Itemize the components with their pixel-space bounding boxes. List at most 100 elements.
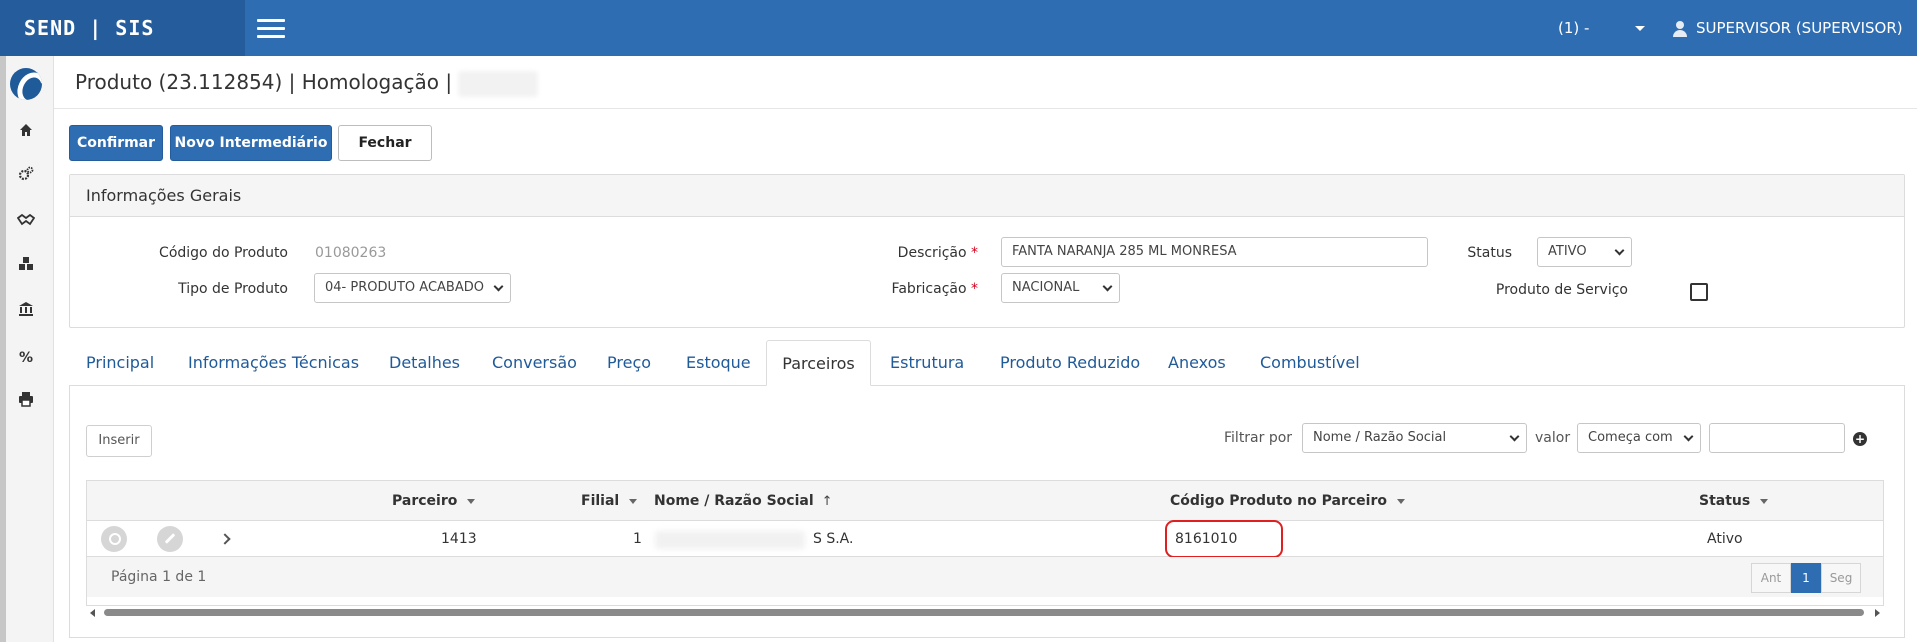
chevron-down-icon <box>493 281 504 292</box>
cell-partner: 1413 <box>441 531 477 547</box>
new-intermediary-button[interactable]: Novo Intermediário <box>170 125 332 161</box>
required-marker: * <box>971 281 978 297</box>
tab-fuel[interactable]: Combustível <box>1260 340 1360 386</box>
user-caret-icon <box>1682 82 1692 87</box>
bank-icon[interactable] <box>14 301 38 325</box>
tab-partners[interactable]: Parceiros <box>766 340 871 386</box>
filter-operator-select[interactable]: Começa com <box>1577 423 1701 453</box>
product-code-value: 01080263 <box>315 245 387 261</box>
pagination-summary: Página 1 de 1 <box>111 569 207 585</box>
page-1-button[interactable]: 1 <box>1791 563 1821 593</box>
sort-down-icon <box>1760 498 1769 504</box>
tab-structure[interactable]: Estrutura <box>890 340 964 386</box>
menu-toggle-icon[interactable] <box>257 19 285 39</box>
tab-details[interactable]: Detalhes <box>389 340 460 386</box>
status-value: ATIVO <box>1548 244 1587 259</box>
table-header: Parceiro Filial Nome / Razão Social ↑ Cód… <box>87 481 1883 521</box>
environment-caret-icon[interactable] <box>1635 26 1645 31</box>
cell-status: Ativo <box>1707 531 1743 547</box>
status-label: Status <box>1467 245 1512 261</box>
column-name[interactable]: Nome / Razão Social ↑ <box>654 481 833 521</box>
user-menu[interactable]: SUPERVISOR (SUPERVISOR) <box>1672 0 1917 112</box>
chevron-down-icon <box>1683 431 1694 442</box>
description-label-text: Descrição <box>897 245 967 261</box>
handshake-icon[interactable] <box>14 211 38 235</box>
page-title-text: Produto (23.112854) | Homologação | <box>75 70 453 94</box>
column-branch-label: Filial <box>581 493 620 509</box>
column-partner-code-label: Código Produto no Parceiro <box>1170 493 1387 509</box>
product-code-label: Código do Produto <box>159 245 288 261</box>
insert-button[interactable]: Inserir <box>86 425 152 457</box>
user-name: SUPERVISOR (SUPERVISOR) <box>1696 19 1903 37</box>
percent-icon[interactable]: % <box>14 346 38 370</box>
tab-attachments[interactable]: Anexos <box>1168 340 1226 386</box>
cell-branch: 1 <box>633 531 642 547</box>
tab-principal[interactable]: Principal <box>86 340 154 386</box>
manufacturing-label: Fabricação * <box>860 281 978 297</box>
cubes-icon[interactable] <box>14 256 38 280</box>
environment-selector[interactable]: (1) - <box>1558 0 1589 56</box>
manufacturing-label-text: Fabricação <box>891 281 967 297</box>
tab-stock[interactable]: Estoque <box>686 340 751 386</box>
brand-logo: SEND | SIS <box>0 0 245 56</box>
view-icon[interactable] <box>101 526 127 552</box>
product-type-select[interactable]: 04- PRODUTO ACABADO <box>314 273 511 303</box>
header-divider <box>54 108 1917 109</box>
column-status-label: Status <box>1699 493 1751 509</box>
filter-field-select[interactable]: Nome / Razão Social <box>1302 423 1527 453</box>
tab-reduced-product[interactable]: Produto Reduzido <box>1000 340 1140 386</box>
sort-down-icon <box>467 498 476 504</box>
value-label: valor <box>1535 430 1571 446</box>
manufacturing-value: NACIONAL <box>1012 280 1080 295</box>
scroll-left-icon[interactable] <box>90 609 95 617</box>
redacted-name <box>655 531 805 549</box>
app-logo-icon <box>10 68 42 100</box>
prev-page-button[interactable]: Ant <box>1751 563 1791 593</box>
manufacturing-select[interactable]: NACIONAL <box>1001 273 1120 303</box>
general-info-heading: Informações Gerais <box>70 175 1904 217</box>
product-type-label: Tipo de Produto <box>178 281 288 297</box>
cogs-icon[interactable] <box>14 166 38 190</box>
close-button[interactable]: Fechar <box>338 125 432 161</box>
sidebar: % <box>0 56 54 642</box>
chevron-down-icon <box>1509 431 1520 442</box>
chevron-down-icon <box>1102 281 1113 292</box>
column-partner[interactable]: Parceiro <box>392 481 476 521</box>
column-partner-code[interactable]: Código Produto no Parceiro <box>1170 481 1405 521</box>
horizontal-scrollbar[interactable] <box>86 606 1884 618</box>
column-branch[interactable]: Filial <box>581 481 638 521</box>
print-icon[interactable] <box>14 391 38 415</box>
required-marker: * <box>971 245 978 261</box>
tab-conversion[interactable]: Conversão <box>492 340 577 386</box>
partners-table: Parceiro Filial Nome / Razão Social ↑ Cód… <box>86 480 1884 606</box>
service-product-checkbox[interactable] <box>1690 283 1708 301</box>
filter-value-input[interactable] <box>1709 423 1845 453</box>
home-icon[interactable] <box>14 121 38 145</box>
add-filter-icon[interactable]: + <box>1853 432 1867 446</box>
top-bar: SEND | SIS (1) - SUPERVISOR (SUPERVISOR) <box>0 0 1917 87</box>
highlight-annotation <box>1165 520 1283 558</box>
description-input[interactable]: FANTA NARANJA 285 ML MONRESA <box>1001 237 1428 267</box>
expand-row-icon[interactable] <box>219 533 231 545</box>
column-status[interactable]: Status <box>1699 481 1769 521</box>
confirm-button[interactable]: Confirmar <box>69 125 163 161</box>
filter-by-label: Filtrar por <box>1224 430 1293 446</box>
tab-technical-info[interactable]: Informações Técnicas <box>188 340 359 386</box>
status-select[interactable]: ATIVO <box>1537 237 1632 267</box>
sort-down-icon <box>1397 498 1405 504</box>
table-row[interactable]: 1413 1 S S.A. 8161010 Ativo <box>87 520 1883 558</box>
sort-down-icon <box>629 498 638 504</box>
page-title: Produto (23.112854) | Homologação | <box>75 70 539 97</box>
redacted-area <box>458 70 539 97</box>
scroll-thumb[interactable] <box>104 609 1864 616</box>
tab-price[interactable]: Preço <box>607 340 651 386</box>
chevron-down-icon <box>1614 245 1625 256</box>
next-page-button[interactable]: Seg <box>1821 563 1861 593</box>
description-label: Descrição * <box>860 245 978 261</box>
environment-label: (1) - <box>1558 19 1590 37</box>
filter-operator-value: Começa com <box>1588 430 1673 445</box>
product-tabs: Principal Informações Técnicas Detalhes … <box>69 340 1905 386</box>
edit-icon[interactable] <box>157 526 183 552</box>
scroll-right-icon[interactable] <box>1875 609 1880 617</box>
cell-name: S S.A. <box>813 531 854 547</box>
